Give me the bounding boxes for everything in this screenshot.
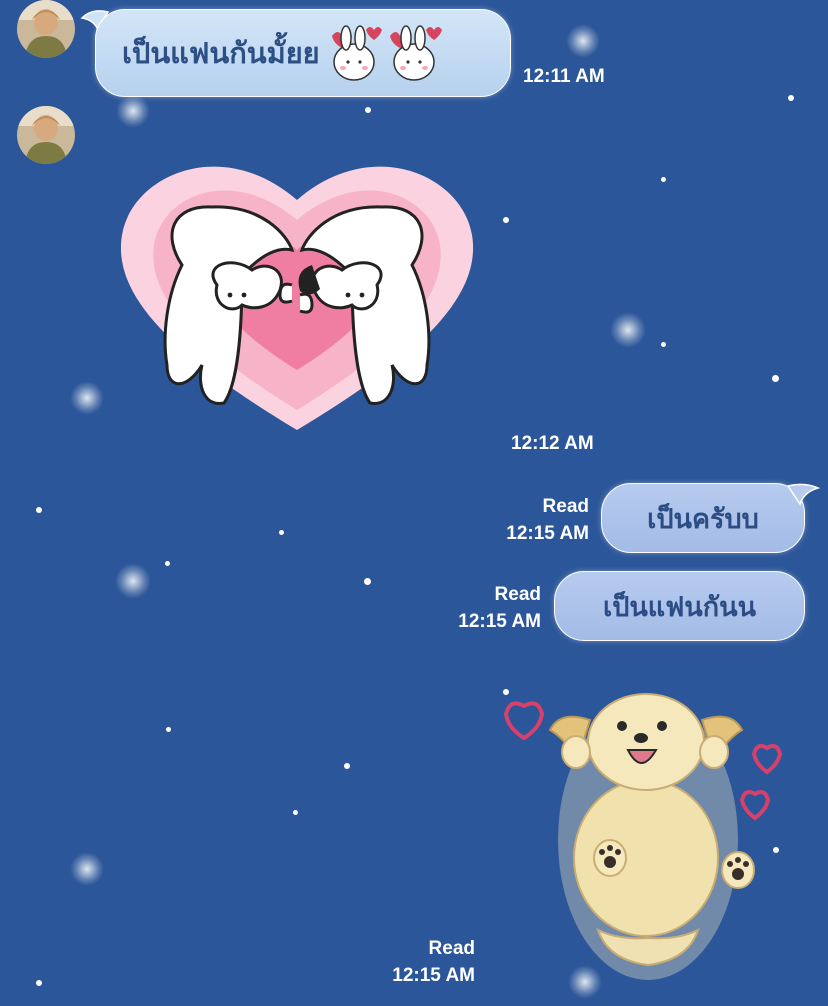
two-bunnies-with-hearts-emoji [324, 22, 444, 84]
read-receipt: Read [542, 496, 589, 517]
puppy-with-hearts-sticker[interactable] [498, 680, 798, 984]
message-timestamp: 12:15 AM [506, 523, 589, 544]
read-receipt: Read [428, 938, 475, 959]
bunnies-hugging-heart-sticker[interactable] [112, 145, 482, 439]
contact-avatar[interactable] [17, 0, 75, 58]
message-text: เป็นแฟนกันน [602, 591, 757, 623]
outgoing-message-bubble[interactable]: เป็นครับบ [601, 483, 805, 553]
message-text: เป็นครับบ [647, 503, 759, 535]
message-timestamp: 12:12 AM [511, 433, 594, 454]
contact-avatar[interactable] [17, 106, 75, 164]
message-timestamp: 12:11 AM [523, 66, 605, 87]
incoming-message-bubble[interactable]: เป็นแฟนกันมั้ยย [95, 9, 511, 97]
message-timestamp: 12:15 AM [392, 965, 475, 986]
message-text: เป็นแฟนกันมั้ยย [122, 36, 320, 70]
message-timestamp: 12:15 AM [458, 611, 541, 632]
outgoing-message-bubble[interactable]: เป็นแฟนกันน [554, 571, 805, 641]
read-receipt: Read [494, 584, 541, 605]
